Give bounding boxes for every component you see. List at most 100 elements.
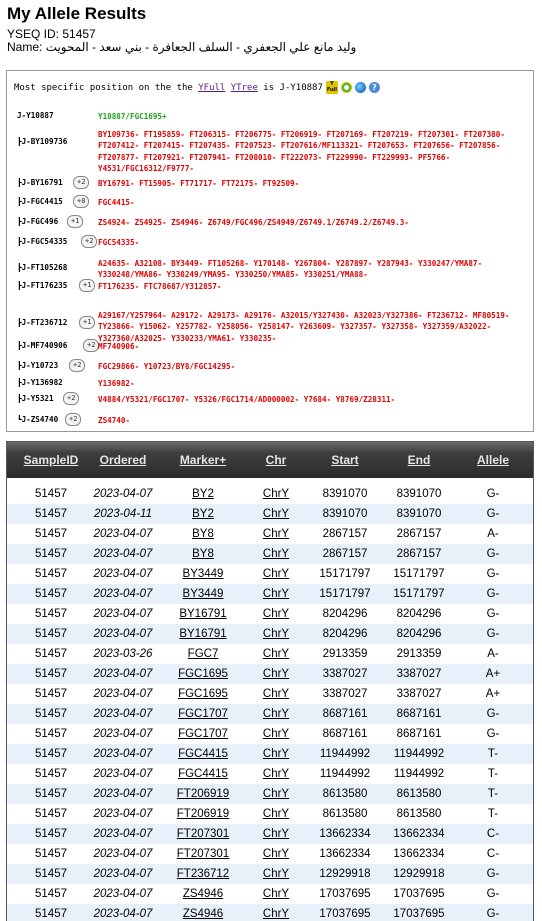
haplogroup-name[interactable]: ┣J-BY16791	[17, 178, 63, 187]
cell-marker[interactable]: FGC7	[188, 648, 219, 660]
cell-marker[interactable]: BY2	[192, 488, 214, 500]
haplogroup-name[interactable]: ┗J-ZS4740	[17, 415, 58, 424]
cell-chr[interactable]: ChrY	[263, 848, 289, 860]
cell-marker[interactable]: ZS4946	[183, 888, 223, 900]
cell-chr[interactable]: ChrY	[263, 728, 289, 740]
cell-end: 8204296	[396, 608, 442, 620]
subclade-count-badge[interactable]: +2	[83, 339, 100, 352]
subclade-count-badge[interactable]: +1	[79, 316, 96, 329]
th-sample-id[interactable]: SampleID	[24, 453, 79, 467]
cell-sample-id: 51457	[35, 488, 67, 500]
cell-chr[interactable]: ChrY	[263, 508, 289, 520]
yfull-ring-icon[interactable]	[340, 82, 352, 93]
cell-sample-id: 51457	[35, 668, 67, 680]
cell-marker[interactable]: FGC4415	[178, 768, 228, 780]
cell-chr[interactable]: ChrY	[263, 908, 289, 920]
yfull-icon[interactable]: Y Full	[325, 81, 338, 94]
cell-marker[interactable]: FGC1707	[178, 708, 228, 720]
cell-start: 3387027	[322, 688, 368, 700]
cell-chr[interactable]: ChrY	[263, 548, 289, 560]
cell-marker[interactable]: FGC1695	[178, 668, 228, 680]
cell-chr[interactable]: ChrY	[263, 608, 289, 620]
cell-marker[interactable]: BY8	[192, 548, 214, 560]
subclade-count-badge[interactable]: +2	[63, 392, 80, 405]
haplogroup-name[interactable]: ┣J-FGC4415	[17, 197, 63, 206]
cell-end: 8687161	[396, 708, 442, 720]
tree-header: Most specific position on the the YFull …	[14, 81, 380, 94]
haplogroup-name[interactable]: ┣J-FGC496	[17, 217, 58, 226]
haplogroup-name[interactable]: ┣J-FT176235	[17, 281, 67, 290]
cell-marker[interactable]: BY8	[192, 528, 214, 540]
cell-start: 15171797	[319, 588, 371, 600]
cell-marker[interactable]: FT236712	[177, 868, 229, 880]
cell-marker[interactable]: FGC1707	[178, 728, 228, 740]
th-chr[interactable]: Chr	[266, 453, 287, 467]
cell-marker[interactable]: BY3449	[183, 568, 224, 580]
cell-chr[interactable]: ChrY	[263, 628, 289, 640]
cell-marker[interactable]: BY3449	[183, 588, 224, 600]
cell-chr[interactable]: ChrY	[263, 528, 289, 540]
cell-ordered: 2023-04-07	[93, 888, 153, 900]
haplogroup-name[interactable]: ┣J-FT236712	[17, 318, 67, 327]
cell-marker[interactable]: FT206919	[177, 788, 229, 800]
cell-marker[interactable]: ZS4946	[183, 908, 223, 920]
subclade-count-badge[interactable]: +2	[81, 235, 98, 248]
haplogroup-name[interactable]: ┣J-FGC54335	[17, 237, 67, 246]
cell-chr[interactable]: ChrY	[263, 568, 289, 580]
cell-end: 11944992	[393, 748, 445, 760]
haplogroup-name[interactable]: ┣J-MF740906	[17, 341, 67, 350]
cell-marker[interactable]: FT207301	[177, 848, 229, 860]
cell-chr[interactable]: ChrY	[263, 868, 289, 880]
haplogroup-name[interactable]: ┣J-FT105268	[17, 263, 67, 272]
cell-allele: G-	[486, 548, 500, 560]
subclade-count-badge[interactable]: +2	[65, 413, 82, 426]
cell-chr[interactable]: ChrY	[263, 888, 289, 900]
cell-chr[interactable]: ChrY	[263, 808, 289, 820]
th-start[interactable]: Start	[331, 453, 358, 467]
cell-chr[interactable]: ChrY	[263, 788, 289, 800]
cell-marker[interactable]: BY16791	[179, 608, 226, 620]
ytree-link[interactable]: YTree	[231, 83, 258, 93]
subclade-count-badge[interactable]: +1	[79, 279, 96, 292]
haplogroup-name[interactable]: ┣J-Y5321	[17, 394, 54, 403]
cell-chr[interactable]: ChrY	[263, 828, 289, 840]
cell-chr[interactable]: ChrY	[263, 768, 289, 780]
cell-sample-id: 51457	[35, 688, 67, 700]
help-icon[interactable]: ?	[368, 82, 380, 93]
cell-chr[interactable]: ChrY	[263, 748, 289, 760]
cell-marker[interactable]: FGC4415	[178, 748, 228, 760]
cell-start: 2867157	[322, 528, 368, 540]
cell-sample-id: 51457	[35, 768, 67, 780]
cell-marker[interactable]: FT207301	[177, 828, 229, 840]
th-marker[interactable]: Marker+	[180, 453, 226, 467]
globe-icon[interactable]	[354, 82, 366, 93]
haplogroup-name[interactable]: ┣J-Y10723	[17, 361, 58, 370]
cell-marker[interactable]: BY2	[192, 508, 214, 520]
subclade-count-badge[interactable]: +1	[67, 215, 84, 228]
subclade-count-badge[interactable]: +8	[73, 195, 90, 208]
table-row: 51457 2023-04-07 FT207301 ChrY 13662334 13662…	[7, 844, 533, 864]
cell-marker[interactable]: FGC1695	[178, 688, 228, 700]
cell-marker[interactable]: BY16791	[179, 628, 226, 640]
th-allele[interactable]: Allele	[477, 453, 509, 467]
cell-sample-id: 51457	[35, 628, 67, 640]
cell-ordered: 2023-04-07	[93, 808, 153, 820]
yfull-link[interactable]: YFull	[198, 83, 225, 93]
cell-chr[interactable]: ChrY	[263, 648, 289, 660]
subclade-count-badge[interactable]: +2	[73, 176, 90, 189]
cell-sample-id: 51457	[35, 728, 67, 740]
cell-chr[interactable]: ChrY	[263, 708, 289, 720]
cell-chr[interactable]: ChrY	[263, 668, 289, 680]
haplogroup-name[interactable]: J-Y10887	[17, 111, 54, 120]
subclade-count-badge[interactable]: +2	[69, 359, 86, 372]
th-ordered[interactable]: Ordered	[100, 453, 147, 467]
cell-sample-id: 51457	[35, 588, 67, 600]
cell-chr[interactable]: ChrY	[263, 688, 289, 700]
cell-end: 8391070	[396, 488, 442, 500]
haplogroup-name[interactable]: ┣J-Y136982	[17, 378, 63, 387]
th-end[interactable]: End	[408, 453, 431, 467]
cell-marker[interactable]: FT206919	[177, 808, 229, 820]
haplogroup-name[interactable]: ┣J-BY109736	[17, 137, 67, 146]
cell-chr[interactable]: ChrY	[263, 588, 289, 600]
cell-chr[interactable]: ChrY	[263, 488, 289, 500]
